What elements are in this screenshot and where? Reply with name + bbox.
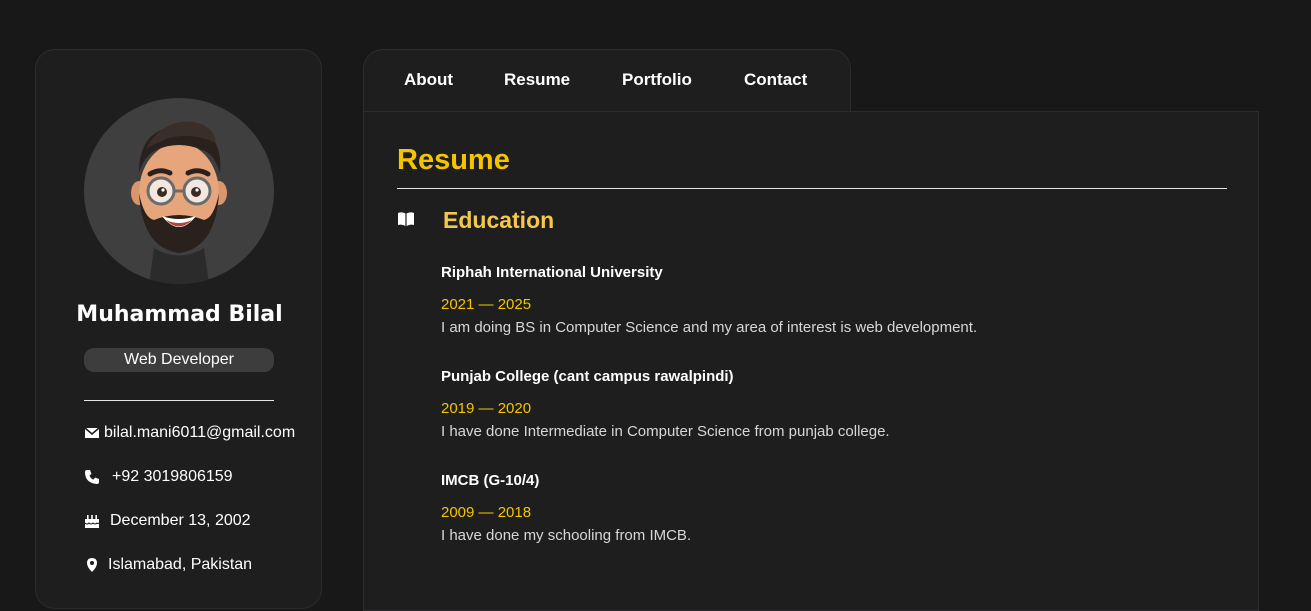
birthday-value: December 13, 2002 xyxy=(110,512,251,529)
education-description: I have done Intermediate in Computer Sci… xyxy=(441,423,890,440)
section-title-education: Education xyxy=(443,207,555,233)
contact-phone[interactable]: +92 3019806159 xyxy=(84,468,233,486)
education-item: Riphah International University 2021 — 2… xyxy=(441,264,977,336)
education-description: I have done my schooling from IMCB. xyxy=(441,527,692,544)
page-title: Resume xyxy=(397,144,510,176)
title-divider xyxy=(397,188,1227,189)
tab-about[interactable]: About xyxy=(404,70,453,90)
tab-resume[interactable]: Resume xyxy=(504,70,570,90)
contact-birthday: December 13, 2002 xyxy=(84,512,251,530)
avatar xyxy=(84,98,274,284)
envelope-icon xyxy=(84,425,100,441)
navbar: About Resume Portfolio Contact xyxy=(363,49,851,111)
sidebar-divider xyxy=(84,400,274,401)
institution-name: IMCB (G-10/4) xyxy=(441,472,540,489)
book-icon xyxy=(397,211,415,227)
profile-sidebar: Muhammad Bilal Web Developer bilal.mani6… xyxy=(35,49,322,609)
location-value: Islamabad, Pakistan xyxy=(108,556,253,573)
birthday-cake-icon xyxy=(84,513,100,529)
education-years: 2021 — 2025 xyxy=(441,296,532,313)
contact-email[interactable]: bilal.mani6011@gmail.com xyxy=(84,424,295,442)
education-item: IMCB (G-10/4) 2009 — 2018 I have done my… xyxy=(441,472,691,544)
education-item: Punjab College (cant campus rawalpindi) … xyxy=(441,368,890,440)
location-pin-icon xyxy=(84,557,100,573)
education-years: 2019 — 2020 xyxy=(441,400,532,417)
phone-icon xyxy=(84,469,100,485)
tab-portfolio[interactable]: Portfolio xyxy=(622,70,692,90)
resume-panel: Resume Education Riphah International Un… xyxy=(363,111,1259,611)
institution-name: Punjab College (cant campus rawalpindi) xyxy=(441,368,734,385)
role-badge: Web Developer xyxy=(84,348,274,372)
institution-name: Riphah International University xyxy=(441,264,663,281)
tab-contact[interactable]: Contact xyxy=(744,70,807,90)
education-years: 2009 — 2018 xyxy=(441,504,532,521)
email-value: bilal.mani6011@gmail.com xyxy=(104,424,296,441)
main-content: About Resume Portfolio Contact Resume Ed… xyxy=(363,49,1259,611)
memoji-avatar-icon xyxy=(131,121,227,284)
phone-value: +92 3019806159 xyxy=(112,468,233,485)
education-description: I am doing BS in Computer Science and my… xyxy=(441,319,978,336)
profile-name: Muhammad Bilal xyxy=(76,302,283,327)
contact-location: Islamabad, Pakistan xyxy=(84,556,252,574)
